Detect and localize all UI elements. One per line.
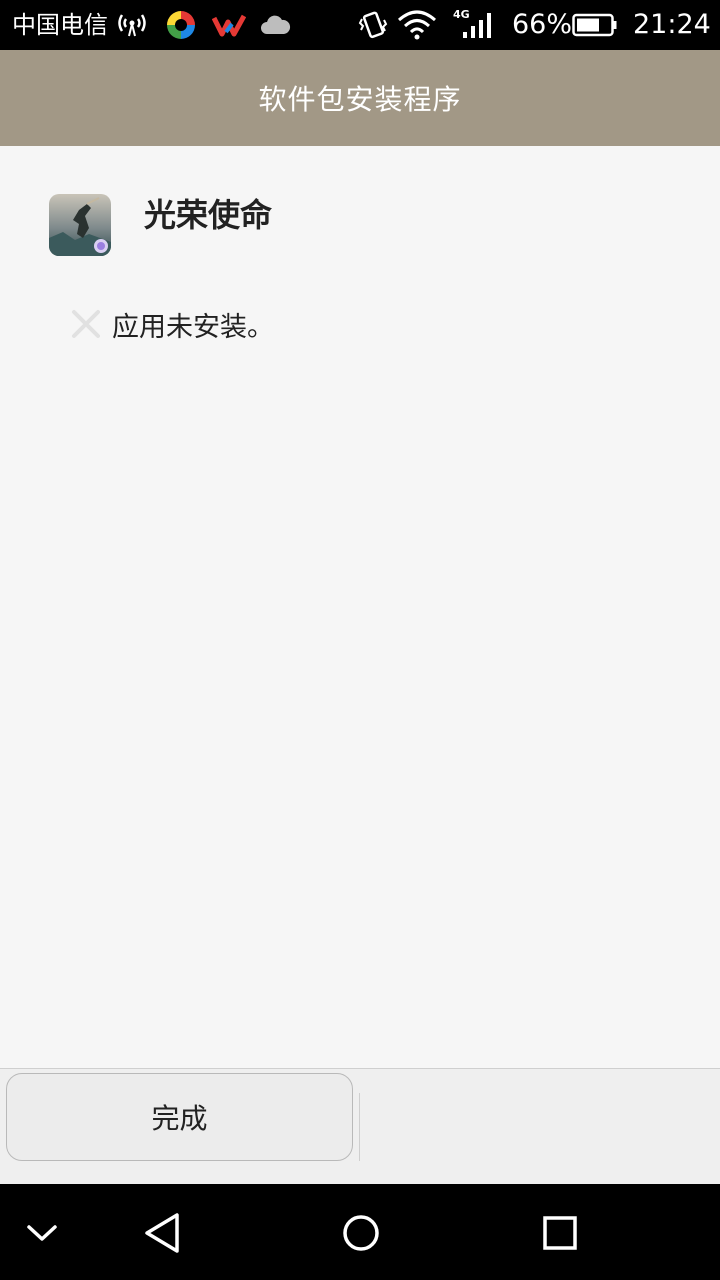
app-notification-icon: [164, 8, 198, 42]
done-button[interactable]: 完成: [6, 1073, 353, 1161]
home-icon[interactable]: [336, 1208, 386, 1258]
game-app-icon: [49, 194, 111, 256]
cloud-icon: [258, 8, 292, 42]
action-bar: 完成: [0, 1068, 720, 1184]
svg-text:4G: 4G: [453, 8, 470, 21]
battery-percent: 66%: [512, 9, 573, 40]
title-bar: 软件包安装程序: [0, 50, 720, 146]
wifi-icon: [396, 8, 438, 42]
clock: 21:24: [633, 9, 711, 40]
content-area: 光荣使命 应用未安装。: [0, 146, 720, 1068]
status-bar: 中国电信 4G 66% 21:24: [0, 0, 720, 50]
back-icon[interactable]: [138, 1208, 188, 1258]
page-title: 软件包安装程序: [258, 83, 462, 116]
battery-icon: [572, 8, 618, 42]
carrier-name: 中国电信: [12, 11, 108, 39]
signal-icon: 4G: [450, 8, 494, 42]
recents-icon[interactable]: [535, 1208, 585, 1258]
hotspot-icon: [114, 8, 150, 42]
install-status: 应用未安装。: [70, 306, 274, 343]
close-x-icon: [70, 308, 102, 340]
app-name: 光荣使命: [144, 196, 273, 234]
install-status-text: 应用未安装。: [112, 311, 274, 343]
divider: [359, 1093, 360, 1161]
vibrate-icon: [356, 8, 390, 42]
weibo-notification-icon: [211, 8, 247, 42]
navigation-bar: [0, 1184, 720, 1280]
collapse-icon[interactable]: [17, 1208, 67, 1258]
